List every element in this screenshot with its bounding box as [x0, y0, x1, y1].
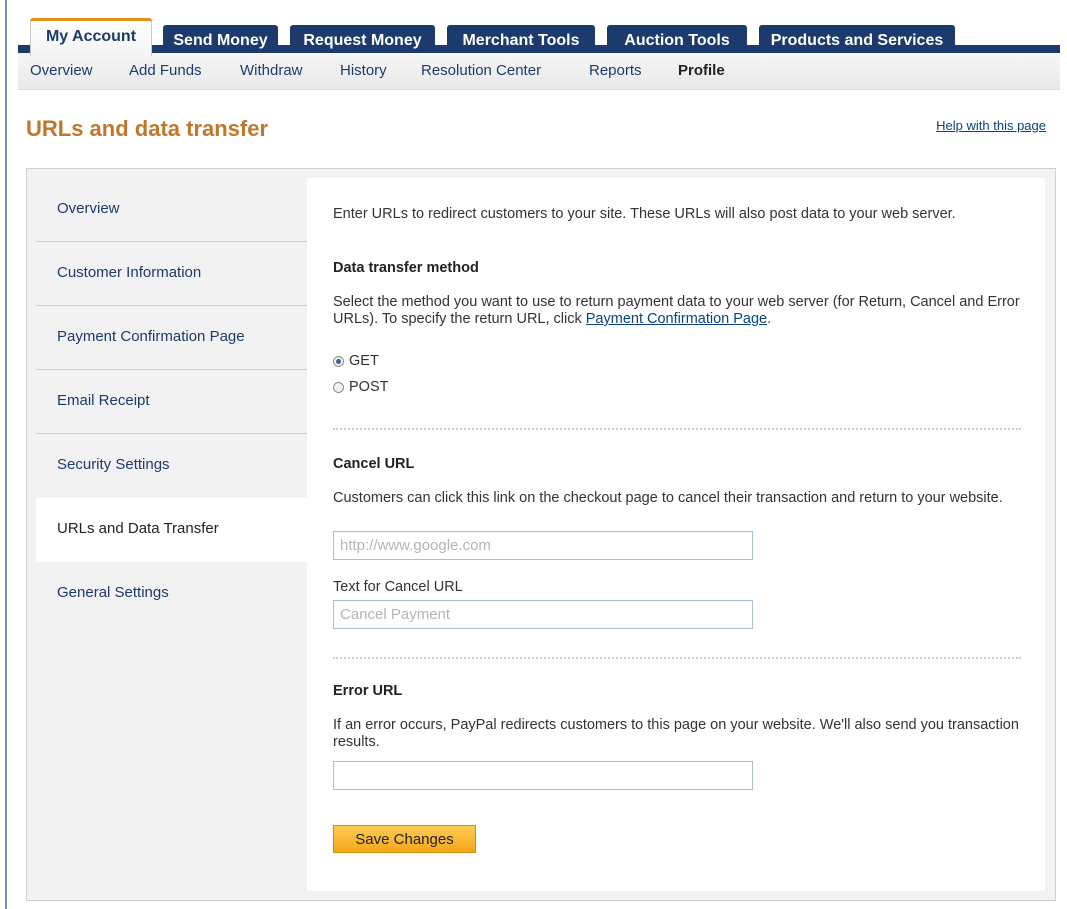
intro-text: Enter URLs to redirect customers to your… — [333, 206, 956, 222]
left-border — [5, 0, 7, 909]
cancel-url-description: Customers can click this link on the che… — [333, 490, 1003, 506]
subnav-profile[interactable]: Profile — [678, 62, 725, 79]
tab-my-account-label: My Account — [45, 28, 137, 45]
side-nav-email-receipt[interactable]: Email Receipt — [36, 370, 308, 434]
error-url-heading: Error URL — [333, 683, 403, 699]
side-nav-urls-and-data-transfer[interactable]: URLs and Data Transfer — [36, 498, 309, 562]
content-area: Enter URLs to redirect customers to your… — [307, 178, 1045, 891]
tab-send-money[interactable]: Send Money — [163, 25, 278, 53]
radio-get[interactable]: GET — [333, 353, 379, 369]
side-nav-customer-information[interactable]: Customer Information — [36, 242, 308, 306]
radio-post[interactable]: POST — [333, 379, 388, 395]
side-nav-payment-confirmation-page[interactable]: Payment Confirmation Page — [36, 306, 308, 370]
error-url-description: If an error occurs, PayPal redirects cus… — [333, 717, 1019, 750]
cancel-url-heading: Cancel URL — [333, 456, 415, 472]
radio-button-post[interactable] — [333, 381, 344, 393]
help-link[interactable]: Help with this page — [936, 118, 1046, 133]
tab-merchant-tools[interactable]: Merchant Tools — [447, 25, 595, 53]
cancel-url-input[interactable] — [333, 531, 753, 560]
tab-my-account[interactable]: My Account — [30, 18, 152, 56]
side-nav-label: General Settings — [57, 584, 169, 601]
subnav-overview[interactable]: Overview — [30, 62, 93, 79]
side-nav-label: Payment Confirmation Page — [57, 328, 245, 345]
side-navigation: Overview Customer Information Payment Co… — [36, 178, 309, 626]
sub-navigation: Overview Add Funds Withdraw History Reso… — [18, 53, 1060, 90]
data-transfer-desc-end: . — [767, 311, 772, 327]
data-transfer-heading: Data transfer method — [333, 260, 479, 276]
section-divider — [333, 657, 1021, 659]
side-nav-label: Overview — [57, 200, 120, 217]
cancel-text-label: Text for Cancel URL — [333, 579, 463, 595]
main-tab-bar: My Account Send Money Request Money Merc… — [18, 14, 1060, 56]
tab-products-and-services[interactable]: Products and Services — [759, 25, 955, 53]
side-nav-security-settings[interactable]: Security Settings — [36, 434, 308, 498]
side-nav-label: Email Receipt — [57, 392, 150, 409]
radio-label-get: GET — [349, 353, 379, 369]
main-panel: Overview Customer Information Payment Co… — [26, 168, 1056, 901]
radio-label-post: POST — [349, 379, 389, 395]
radio-button-get[interactable] — [333, 355, 344, 367]
side-nav-label: Security Settings — [57, 456, 170, 473]
save-changes-button[interactable]: Save Changes — [333, 825, 476, 853]
error-url-input[interactable] — [333, 761, 753, 790]
tab-auction-tools[interactable]: Auction Tools — [607, 25, 747, 53]
cancel-text-input[interactable] — [333, 600, 753, 629]
section-divider — [333, 428, 1021, 430]
side-nav-label: URLs and Data Transfer — [57, 520, 219, 537]
subnav-resolution-center[interactable]: Resolution Center — [421, 62, 541, 79]
data-transfer-description: Select the method you want to use to ret… — [333, 294, 1023, 328]
page-title: URLs and data transfer — [26, 116, 269, 141]
tab-request-money[interactable]: Request Money — [290, 25, 435, 53]
side-nav-general-settings[interactable]: General Settings — [36, 562, 308, 626]
subnav-add-funds[interactable]: Add Funds — [129, 62, 202, 79]
subnav-withdraw[interactable]: Withdraw — [240, 62, 303, 79]
side-nav-label: Customer Information — [57, 264, 202, 281]
subnav-history[interactable]: History — [340, 62, 387, 79]
payment-confirmation-page-link[interactable]: Payment Confirmation Page — [586, 311, 767, 327]
subnav-reports[interactable]: Reports — [589, 62, 642, 79]
side-nav-overview[interactable]: Overview — [36, 178, 308, 242]
